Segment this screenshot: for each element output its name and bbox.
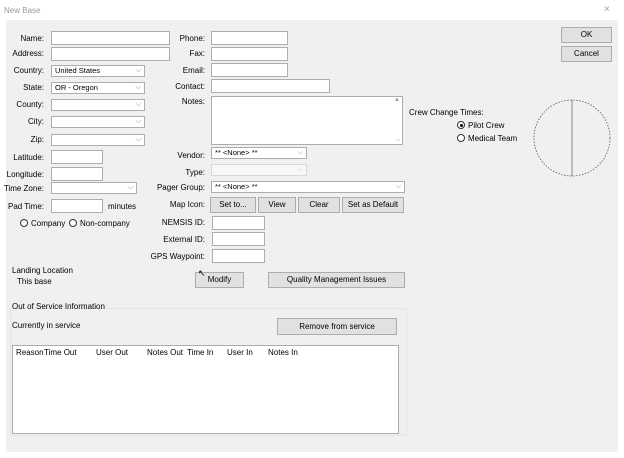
country-value: United States: [55, 66, 101, 75]
name-input[interactable]: [51, 31, 170, 45]
pager-group-select[interactable]: ** <None> ** ⌵: [211, 181, 405, 193]
email-input[interactable]: [211, 63, 288, 77]
latitude-label: Latitude:: [13, 153, 44, 162]
nemsis-id-label: NEMSIS ID:: [161, 218, 205, 227]
phone-input[interactable]: [211, 31, 288, 45]
zip-label: Zip:: [30, 135, 44, 144]
non-company-radio-label[interactable]: Non-company: [80, 219, 130, 228]
country-label: Country:: [13, 66, 44, 75]
minutes-label: minutes: [108, 202, 137, 211]
chevron-down-icon: ⌵: [135, 84, 141, 91]
out-of-service-list[interactable]: Reason Time Out User Out Notes Out Time …: [12, 345, 399, 434]
out-of-service-label: Out of Service Information: [12, 302, 105, 311]
address-input[interactable]: [51, 47, 170, 61]
pilot-crew-label[interactable]: Pilot Crew: [468, 121, 504, 130]
vendor-select[interactable]: ** <None> ** ⌵: [211, 147, 307, 159]
type-select: ⌵: [211, 164, 307, 176]
contact-label: Contact:: [175, 82, 205, 91]
city-label: City:: [28, 117, 44, 126]
column-header-notes-out[interactable]: Notes Out: [147, 348, 183, 357]
cancel-button[interactable]: Cancel: [561, 46, 612, 62]
column-header-time-out[interactable]: Time Out: [44, 348, 77, 357]
scroll-up-icon[interactable]: ▲: [394, 97, 400, 103]
remove-from-service-button[interactable]: Remove from service: [277, 318, 397, 335]
landing-location-value: This base: [17, 277, 52, 286]
dialog-body: Name: Address: Country: State: County: C…: [3, 20, 618, 452]
company-radio-label[interactable]: Company: [31, 219, 65, 228]
address-label: Address:: [12, 49, 44, 58]
chevron-down-icon: ⌵: [297, 149, 303, 156]
state-label: State:: [23, 83, 44, 92]
medical-team-radio[interactable]: [457, 134, 465, 142]
notes-textarea[interactable]: ▲ ⌵: [211, 96, 403, 145]
chevron-down-icon: ⌵: [395, 183, 401, 190]
mouse-pointer-icon: ↖: [198, 268, 206, 278]
fax-input[interactable]: [211, 47, 288, 61]
gps-waypoint-label: GPS Waypoint:: [150, 252, 205, 261]
set-to-button[interactable]: Set to...: [210, 197, 256, 213]
fax-label: Fax:: [189, 49, 205, 58]
service-status: Currently in service: [12, 321, 81, 330]
chevron-down-icon: ⌵: [135, 136, 141, 143]
pager-group-label: Pager Group:: [156, 183, 205, 192]
city-select[interactable]: ⌵: [51, 116, 145, 128]
column-header-reason[interactable]: Reason: [16, 348, 44, 357]
title-bar: New Base ×: [0, 0, 624, 20]
company-radio[interactable]: [20, 219, 28, 227]
external-id-input[interactable]: [212, 232, 265, 246]
nemsis-id-input[interactable]: [212, 216, 265, 230]
pager-group-value: ** <None> **: [215, 182, 258, 191]
ok-button[interactable]: OK: [561, 27, 612, 43]
medical-team-label[interactable]: Medical Team: [468, 134, 517, 143]
map-icon-label: Map Icon:: [169, 200, 205, 209]
type-label: Type:: [185, 168, 205, 177]
pad-time-label: Pad Time:: [7, 202, 44, 211]
county-select[interactable]: ⌵: [51, 99, 145, 111]
vendor-value: ** <None> **: [215, 148, 258, 157]
gps-waypoint-input[interactable]: [212, 249, 265, 263]
state-select[interactable]: OR - Oregon ⌵: [51, 82, 145, 94]
contact-input[interactable]: [211, 79, 330, 93]
crew-change-clock[interactable]: [532, 98, 612, 178]
phone-label: Phone:: [179, 34, 205, 43]
county-label: County:: [16, 100, 44, 109]
external-id-label: External ID:: [163, 235, 205, 244]
set-as-default-button[interactable]: Set as Default: [342, 197, 404, 213]
longitude-label: Longitude:: [6, 170, 44, 179]
scroll-down-icon[interactable]: ⌵: [395, 137, 400, 144]
time-zone-select[interactable]: ⌵: [51, 182, 137, 194]
chevron-down-icon: ⌵: [135, 101, 141, 108]
column-header-user-in[interactable]: User In: [227, 348, 253, 357]
quality-management-button[interactable]: Quality Management Issues: [268, 272, 405, 288]
state-value: OR - Oregon: [55, 83, 98, 92]
latitude-input[interactable]: [51, 150, 103, 164]
chevron-down-icon: ⌵: [135, 118, 141, 125]
pad-time-input[interactable]: [51, 199, 103, 213]
chevron-down-icon: ⌵: [135, 67, 141, 74]
column-header-user-out[interactable]: User Out: [96, 348, 128, 357]
close-icon[interactable]: ×: [604, 4, 610, 15]
window-title: New Base: [4, 6, 41, 15]
column-header-notes-in[interactable]: Notes In: [268, 348, 298, 357]
landing-location-label: Landing Location: [12, 266, 73, 275]
name-label: Name:: [20, 34, 44, 43]
longitude-input[interactable]: [51, 167, 103, 181]
chevron-down-icon: ⌵: [297, 166, 303, 173]
email-label: Email:: [182, 66, 205, 75]
crew-change-times-label: Crew Change Times:: [409, 108, 484, 117]
notes-label: Notes:: [181, 97, 205, 106]
country-select[interactable]: United States ⌵: [51, 65, 145, 77]
pilot-crew-radio[interactable]: [457, 121, 465, 129]
view-button[interactable]: View: [258, 197, 296, 213]
clear-button[interactable]: Clear: [298, 197, 340, 213]
non-company-radio[interactable]: [69, 219, 77, 227]
zip-select[interactable]: ⌵: [51, 134, 145, 146]
column-header-time-in[interactable]: Time In: [187, 348, 213, 357]
vendor-label: Vendor:: [177, 151, 205, 160]
chevron-down-icon: ⌵: [127, 184, 133, 191]
time-zone-label: Time Zone:: [3, 184, 44, 193]
